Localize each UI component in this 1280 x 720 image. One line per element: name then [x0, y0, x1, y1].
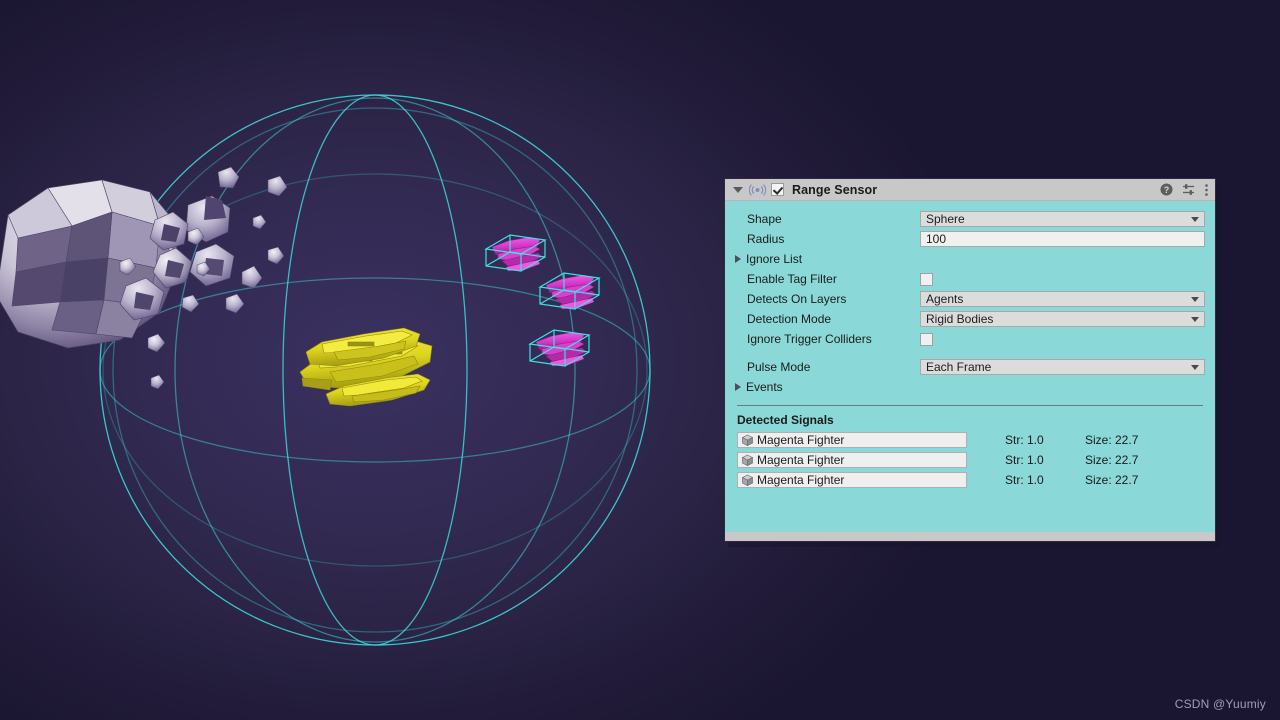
prefab-cube-icon — [741, 434, 754, 447]
watermark: CSDN @Yuumiy — [1175, 697, 1266, 711]
field-row-enable-tag-filter[interactable]: Enable Tag Filter — [735, 269, 1205, 289]
section-divider — [737, 405, 1203, 406]
label-enable-tag-filter: Enable Tag Filter — [735, 272, 920, 286]
label-radius: Radius — [735, 232, 920, 246]
detected-signals-title: Detected Signals — [735, 413, 1205, 427]
magenta-fighter-group-2 — [540, 273, 599, 309]
signal-strength: Str: 1.0 — [1005, 433, 1085, 447]
shape-value: Sphere — [926, 212, 965, 226]
component-title: Range Sensor — [792, 183, 877, 197]
label-detects-on-layers: Detects On Layers — [735, 292, 920, 306]
asteroid-field — [0, 167, 287, 389]
detected-signal-row[interactable]: Magenta Fighter Str: 1.0 Size: 22.7 — [735, 470, 1205, 490]
detection-mode-value: Rigid Bodies — [926, 312, 993, 326]
label-shape: Shape — [735, 212, 920, 226]
shape-dropdown[interactable]: Sphere — [920, 211, 1205, 227]
signal-strength: Str: 1.0 — [1005, 453, 1085, 467]
chevron-down-icon — [1191, 297, 1199, 302]
label-ignore-list: Ignore List — [735, 252, 920, 266]
pulse-mode-value: Each Frame — [926, 360, 991, 374]
component-body: Shape Sphere Radius 100 Ignore List Enab… — [725, 201, 1215, 532]
capital-ships-yellow — [300, 328, 432, 406]
field-row-ignore-trigger-colliders[interactable]: Ignore Trigger Colliders — [735, 329, 1205, 349]
component-header[interactable]: Range Sensor ? — [725, 179, 1215, 201]
range-sensor-icon — [749, 183, 766, 197]
detection-mode-dropdown[interactable]: Rigid Bodies — [920, 311, 1205, 327]
component-footer — [725, 532, 1215, 541]
range-sensor-inspector-panel[interactable]: Range Sensor ? Shape — [724, 178, 1216, 542]
radius-input[interactable]: 100 — [920, 231, 1205, 247]
chevron-down-icon — [1191, 217, 1199, 222]
signal-size: Size: 22.7 — [1085, 433, 1138, 447]
field-row-shape[interactable]: Shape Sphere — [735, 209, 1205, 229]
signal-name: Magenta Fighter — [757, 473, 844, 487]
signal-object-field[interactable]: Magenta Fighter — [737, 432, 967, 448]
field-row-events[interactable]: Events — [735, 377, 1205, 397]
prefab-cube-icon — [741, 474, 754, 487]
kebab-menu-icon[interactable] — [1204, 183, 1209, 197]
detects-on-layers-dropdown[interactable]: Agents — [920, 291, 1205, 307]
signal-strength: Str: 1.0 — [1005, 473, 1085, 487]
detected-signal-row[interactable]: Magenta Fighter Str: 1.0 Size: 22.7 — [735, 450, 1205, 470]
magenta-fighter-group-3 — [530, 330, 589, 366]
field-row-detection-mode[interactable]: Detection Mode Rigid Bodies — [735, 309, 1205, 329]
field-row-radius[interactable]: Radius 100 — [735, 229, 1205, 249]
chevron-down-icon — [1191, 365, 1199, 370]
asteroid-large — [0, 180, 178, 348]
label-detection-mode: Detection Mode — [735, 312, 920, 326]
label-pulse-mode: Pulse Mode — [735, 360, 920, 374]
signal-name: Magenta Fighter — [757, 453, 844, 467]
detects-on-layers-value: Agents — [926, 292, 963, 306]
magenta-fighter-group-1 — [486, 235, 545, 271]
label-ignore-trigger-colliders: Ignore Trigger Colliders — [735, 332, 920, 346]
events-text: Events — [746, 380, 783, 394]
chevron-down-icon — [1191, 317, 1199, 322]
foldout-triangle-down-icon[interactable] — [733, 187, 743, 193]
signal-size: Size: 22.7 — [1085, 453, 1138, 467]
row-spacer — [735, 349, 1205, 357]
field-row-pulse-mode[interactable]: Pulse Mode Each Frame — [735, 357, 1205, 377]
svg-text:?: ? — [1164, 185, 1170, 195]
signal-object-field[interactable]: Magenta Fighter — [737, 452, 967, 468]
foldout-triangle-right-icon[interactable] — [735, 255, 741, 263]
foldout-triangle-right-icon[interactable] — [735, 383, 741, 391]
signal-size: Size: 22.7 — [1085, 473, 1138, 487]
detected-signal-row[interactable]: Magenta Fighter Str: 1.0 Size: 22.7 — [735, 430, 1205, 450]
radius-value: 100 — [926, 232, 946, 246]
field-row-detects-on-layers[interactable]: Detects On Layers Agents — [735, 289, 1205, 309]
ignore-list-text: Ignore List — [746, 252, 802, 266]
pulse-mode-dropdown[interactable]: Each Frame — [920, 359, 1205, 375]
signal-object-field[interactable]: Magenta Fighter — [737, 472, 967, 488]
label-events: Events — [735, 380, 920, 394]
field-row-ignore-list[interactable]: Ignore List — [735, 249, 1205, 269]
component-enabled-checkbox[interactable] — [771, 183, 784, 196]
ignore-trigger-colliders-checkbox[interactable] — [920, 333, 933, 346]
help-icon[interactable]: ? — [1160, 183, 1173, 196]
prefab-cube-icon — [741, 454, 754, 467]
preset-sliders-icon[interactable] — [1182, 183, 1195, 196]
signal-name: Magenta Fighter — [757, 433, 844, 447]
enable-tag-filter-checkbox[interactable] — [920, 273, 933, 286]
